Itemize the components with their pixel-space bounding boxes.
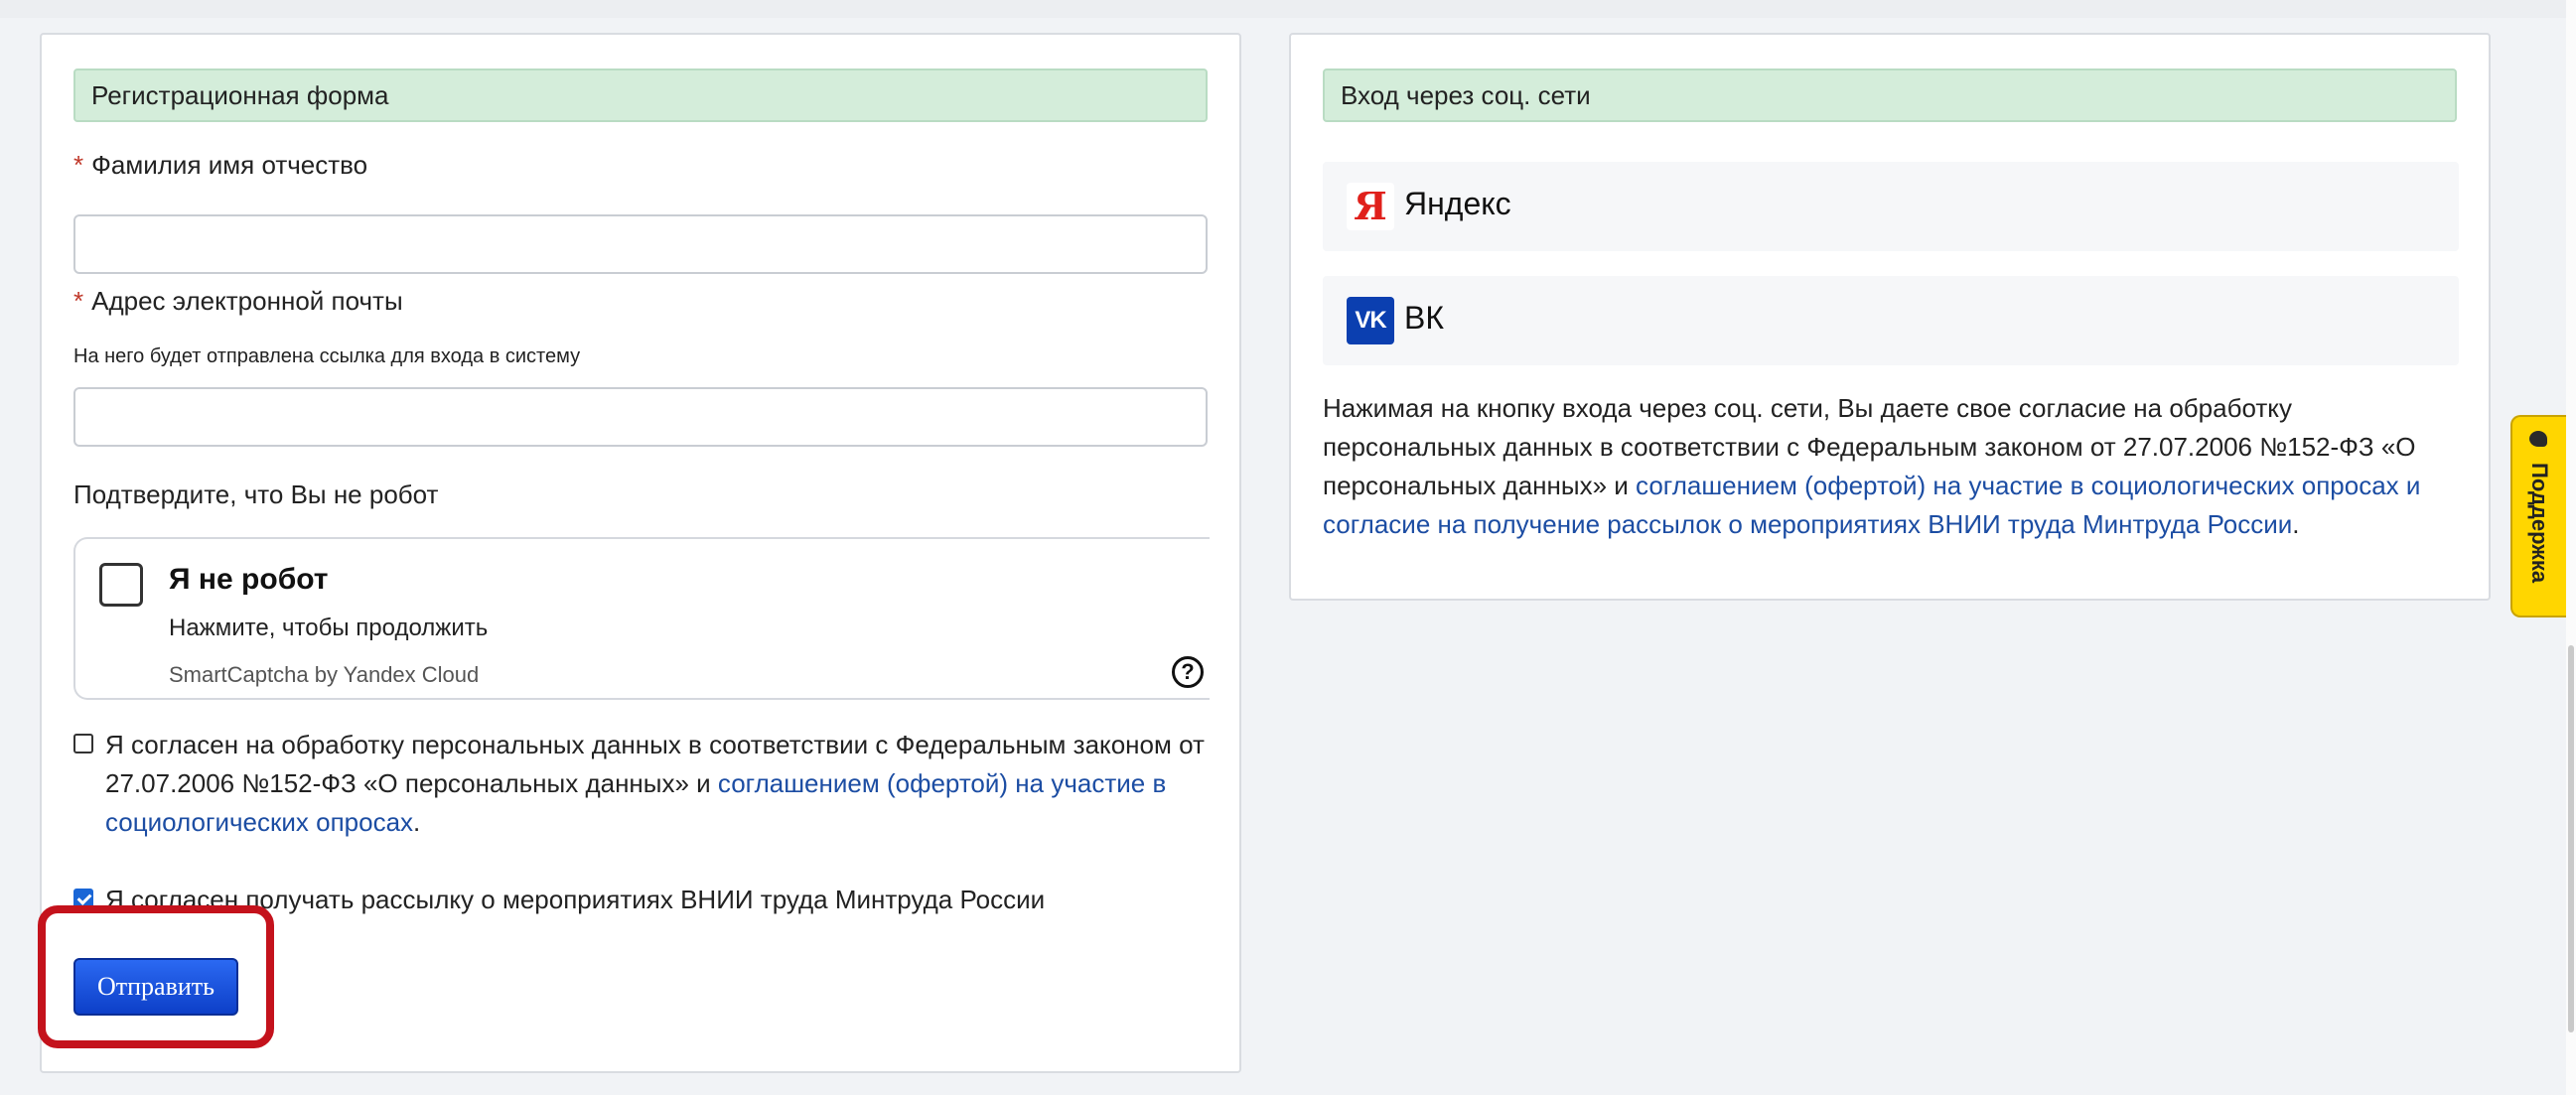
required-marker: * xyxy=(73,286,84,316)
vk-login-button[interactable]: VK ВК xyxy=(1323,276,2459,365)
email-input[interactable] xyxy=(73,387,1208,447)
consent-newsletter-checkbox[interactable] xyxy=(73,889,93,908)
full-name-label-text: Фамилия имя отчество xyxy=(91,150,368,180)
captcha-checkbox[interactable] xyxy=(99,563,143,607)
help-icon[interactable]: ? xyxy=(1172,656,1204,688)
consent-personal-checkbox[interactable] xyxy=(73,734,93,753)
chat-icon xyxy=(2529,431,2547,447)
social-login-header: Вход через соц. сети xyxy=(1323,68,2457,122)
consent-newsletter-text: Я согласен получать рассылку о мероприят… xyxy=(105,885,1046,914)
social-consent-text: Нажимая на кнопку входа через соц. сети,… xyxy=(1323,389,2465,544)
support-tab[interactable]: Поддержка xyxy=(2510,415,2566,617)
smart-captcha: Я не робот Нажмите, чтобы продолжить Sma… xyxy=(73,537,1210,700)
consent-personal-data: Я согласен на обработку персональных дан… xyxy=(73,726,1206,842)
vk-logo-icon: VK xyxy=(1347,297,1394,344)
social-login-panel: Вход через соц. сети Я Яндекс VK ВК Нажи… xyxy=(1289,33,2491,601)
yandex-login-button[interactable]: Я Яндекс xyxy=(1323,162,2459,251)
email-label-text: Адрес электронной почты xyxy=(91,286,403,316)
top-edge xyxy=(0,0,2576,18)
email-hint: На него будет отправлена ссылка для вход… xyxy=(73,345,581,367)
scrollbar[interactable] xyxy=(2566,0,2576,1095)
registration-panel: Регистрационная форма * Фамилия имя отчес… xyxy=(40,33,1241,1073)
registration-header: Регистрационная форма xyxy=(73,68,1208,122)
yandex-login-label: Яндекс xyxy=(1404,186,1511,221)
consent-personal-tail: . xyxy=(413,807,421,837)
consent-newsletter: Я согласен получать рассылку о мероприят… xyxy=(73,881,1206,919)
full-name-label: * Фамилия имя отчество xyxy=(73,150,367,181)
scrollbar-thumb[interactable] xyxy=(2568,645,2574,1032)
submit-button[interactable]: Отправить xyxy=(73,958,238,1016)
vk-login-label: ВК xyxy=(1404,300,1444,336)
social-consent-tail: . xyxy=(2292,509,2300,539)
full-name-input[interactable] xyxy=(73,214,1208,274)
support-label: Поддержка xyxy=(2527,463,2552,584)
yandex-logo-icon: Я xyxy=(1347,183,1394,230)
email-label: * Адрес электронной почты xyxy=(73,286,403,317)
captcha-brand: SmartCaptcha by Yandex Cloud xyxy=(169,662,480,687)
robot-prompt: Подтвердите, что Вы не робот xyxy=(73,479,439,509)
required-marker: * xyxy=(73,150,84,180)
captcha-title: Я не робот xyxy=(169,563,329,596)
consent-personal-text: Я согласен на обработку персональных дан… xyxy=(73,726,1206,842)
captcha-subtitle: Нажмите, чтобы продолжить xyxy=(169,615,489,641)
